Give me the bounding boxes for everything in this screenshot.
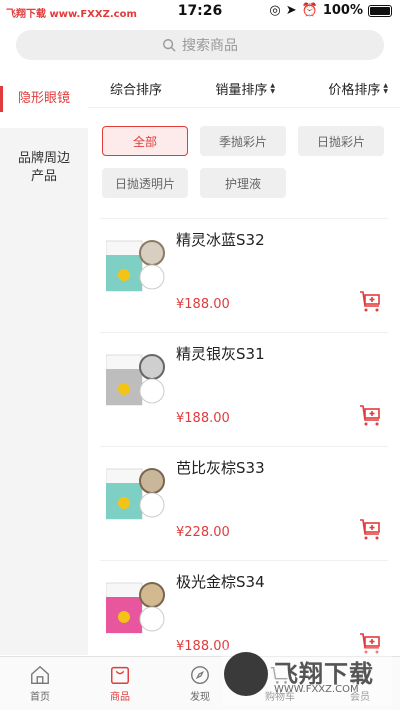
chip-all[interactable]: 全部	[102, 126, 188, 156]
sort-arrows-icon: ▲ ▼	[270, 81, 275, 95]
battery-percent: 100%	[322, 3, 363, 18]
tab-home[interactable]: 首页	[0, 657, 80, 710]
chip-label: 日抛彩片	[316, 134, 365, 149]
sort-bar: 综合排序 销量排序 ▲ ▼ 价格排序 ▲ ▼	[88, 70, 400, 108]
status-indicators: ◎ ➤ ⏰ 100%	[269, 3, 392, 18]
chip-label: 日抛透明片	[114, 176, 175, 191]
tab-label: 首页	[30, 692, 50, 703]
search-icon	[163, 39, 176, 52]
chip-daily-clear[interactable]: 日抛透明片	[102, 168, 188, 198]
product-name: 极光金棕S34	[176, 573, 265, 591]
sidebar-item-brand-merch[interactable]: 品牌周边产品	[0, 132, 88, 204]
alarm-icon: ⏰	[301, 3, 318, 18]
product-image	[106, 240, 165, 292]
product-item[interactable]: 芭比灰棕S33 ¥228.00	[100, 446, 388, 556]
product-price: ¥228.00	[176, 525, 230, 540]
sort-arrows-icon: ▲ ▼	[383, 81, 388, 95]
chip-daily-color[interactable]: 日抛彩片	[298, 126, 384, 156]
category-sidebar: 隐形眼镜 品牌周边产品	[0, 70, 88, 655]
product-item[interactable]: 精灵冰蓝S32 ¥188.00	[100, 218, 388, 328]
sidebar-item-label: 品牌周边产品	[17, 151, 70, 184]
tab-label: 商品	[110, 692, 130, 703]
rotation-lock-icon: ◎	[269, 3, 281, 18]
sidebar-item-label: 隐形眼镜	[17, 91, 70, 106]
status-bar: 飞翔下载 www.FXXZ.com 17:26 ◎ ➤ ⏰ 100%	[0, 0, 400, 24]
product-item[interactable]: 精灵银灰S31 ¥188.00	[100, 332, 388, 442]
sidebar-item-contact-lenses[interactable]: 隐形眼镜	[0, 70, 88, 128]
compass-icon	[191, 666, 209, 684]
sort-label: 销量排序	[215, 83, 268, 98]
shopping-bag-icon	[111, 666, 129, 684]
chip-label: 全部	[132, 134, 157, 149]
search-placeholder: 搜索商品	[182, 38, 238, 54]
product-name: 精灵银灰S31	[176, 345, 265, 363]
location-icon: ➤	[285, 3, 297, 18]
chip-care-solution[interactable]: 护理液	[200, 168, 286, 198]
chip-label: 护理液	[224, 176, 261, 191]
add-to-cart-icon[interactable]	[358, 517, 382, 541]
chip-label: 季抛彩片	[218, 134, 267, 149]
tab-products[interactable]: 商品	[80, 657, 160, 710]
add-to-cart-icon[interactable]	[358, 289, 382, 313]
battery-icon	[368, 4, 392, 17]
sort-label: 综合排序	[110, 83, 163, 98]
search-bar[interactable]: 搜索商品	[16, 30, 384, 60]
sort-label: 价格排序	[328, 83, 381, 98]
product-price: ¥188.00	[176, 411, 230, 426]
site-watermark: 飞翔下载 WWW.FXXZ.COM	[222, 648, 392, 706]
add-to-cart-icon[interactable]	[358, 403, 382, 427]
product-name: 芭比灰棕S33	[176, 459, 265, 477]
product-name: 精灵冰蓝S32	[176, 231, 265, 249]
home-icon	[31, 665, 49, 684]
product-image	[106, 582, 165, 634]
watermark-url: WWW.FXXZ.COM	[274, 684, 359, 695]
product-price: ¥188.00	[176, 297, 230, 312]
sort-comprehensive[interactable]: 综合排序	[110, 79, 162, 98]
watermark-logo-icon	[224, 652, 268, 696]
sort-price[interactable]: 价格排序 ▲ ▼	[328, 79, 388, 98]
sort-sales[interactable]: 销量排序 ▲ ▼	[215, 79, 275, 98]
tab-label: 发现	[190, 692, 210, 703]
chip-seasonal-color[interactable]: 季抛彩片	[200, 126, 286, 156]
product-image	[106, 354, 165, 406]
product-image	[106, 468, 165, 520]
